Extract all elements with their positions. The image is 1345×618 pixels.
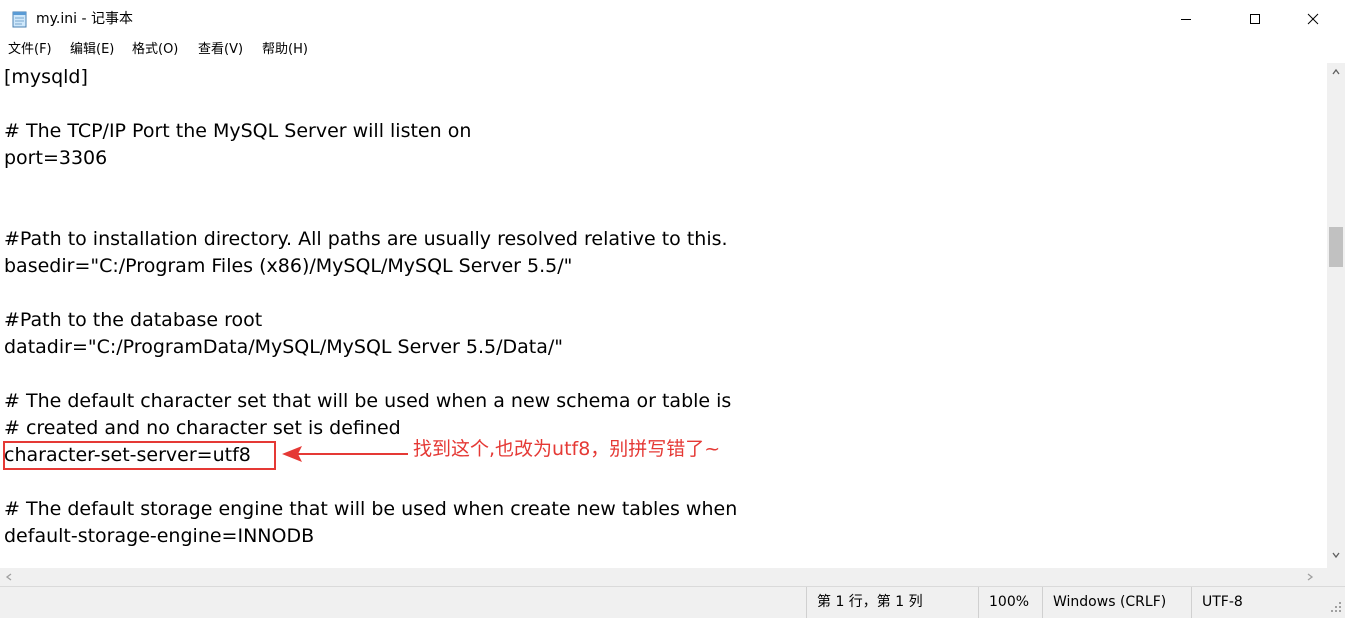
menu-format[interactable]: 格式(O) — [132, 42, 178, 58]
editor-line: default-storage-engine=INNODB — [4, 525, 315, 547]
maximize-button[interactable] — [1232, 0, 1278, 38]
horizontal-scrollbar[interactable] — [0, 568, 1327, 586]
editor-line: #Path to the database root — [4, 309, 263, 331]
menu-edit[interactable]: 编辑(E) — [70, 42, 114, 58]
close-button[interactable] — [1290, 0, 1336, 38]
minimize-icon — [1181, 19, 1191, 20]
status-zoom: 100% — [978, 587, 1033, 618]
window-title: my.ini - 记事本 — [36, 11, 133, 27]
annotation-arrow-icon — [282, 446, 408, 462]
scroll-right-button[interactable] — [1301, 568, 1319, 586]
editor-line: port=3306 — [4, 147, 108, 169]
status-cursor-position: 第 1 行，第 1 列 — [806, 587, 979, 618]
chevron-left-icon — [5, 573, 12, 581]
scroll-left-button[interactable] — [0, 568, 18, 586]
menu-bar: 文件(F) 编辑(E) 格式(O) 查看(V) 帮助(H) — [0, 38, 1345, 62]
editor-line: [mysqld] — [4, 66, 88, 88]
editor-line: #Path to installation directory. All pat… — [4, 228, 728, 250]
text-editor[interactable]: [mysqld] # The TCP/IP Port the MySQL Ser… — [0, 63, 1327, 568]
menu-file[interactable]: 文件(F) — [8, 42, 52, 58]
menu-view[interactable]: 查看(V) — [198, 42, 243, 58]
editor-line: # The default character set that will be… — [4, 390, 732, 412]
notepad-icon — [11, 10, 29, 28]
editor-line: datadir="C:/ProgramData/MySQL/MySQL Serv… — [4, 336, 563, 358]
scroll-down-button[interactable] — [1327, 546, 1345, 564]
minimize-button[interactable] — [1163, 0, 1209, 38]
editor-line: # The default storage engine that will b… — [4, 498, 738, 520]
scrollbar-corner — [1327, 568, 1345, 586]
chevron-up-icon — [1332, 68, 1340, 75]
resize-grip-icon[interactable] — [1330, 601, 1342, 613]
vertical-scrollbar[interactable] — [1327, 63, 1345, 568]
editor-line: # The TCP/IP Port the MySQL Server will … — [4, 120, 472, 142]
chevron-right-icon — [1307, 573, 1314, 581]
status-bar: 第 1 行，第 1 列 100% Windows (CRLF) UTF-8 — [0, 586, 1345, 618]
status-encoding: UTF-8 — [1191, 587, 1322, 618]
close-icon — [1307, 13, 1319, 25]
title-bar: my.ini - 记事本 — [0, 0, 1345, 38]
scroll-up-button[interactable] — [1327, 63, 1345, 81]
annotation-text: 找到这个,也改为utf8，别拼写错了~ — [413, 438, 721, 460]
maximize-icon — [1250, 14, 1260, 24]
chevron-down-icon — [1332, 552, 1340, 559]
status-line-ending: Windows (CRLF) — [1042, 587, 1187, 618]
annotation-highlight-box — [3, 441, 276, 470]
menu-help[interactable]: 帮助(H) — [262, 42, 308, 58]
vertical-scroll-thumb[interactable] — [1329, 227, 1343, 267]
editor-line: # created and no character set is define… — [4, 417, 401, 439]
editor-line: basedir="C:/Program Files (x86)/MySQL/My… — [4, 255, 573, 277]
